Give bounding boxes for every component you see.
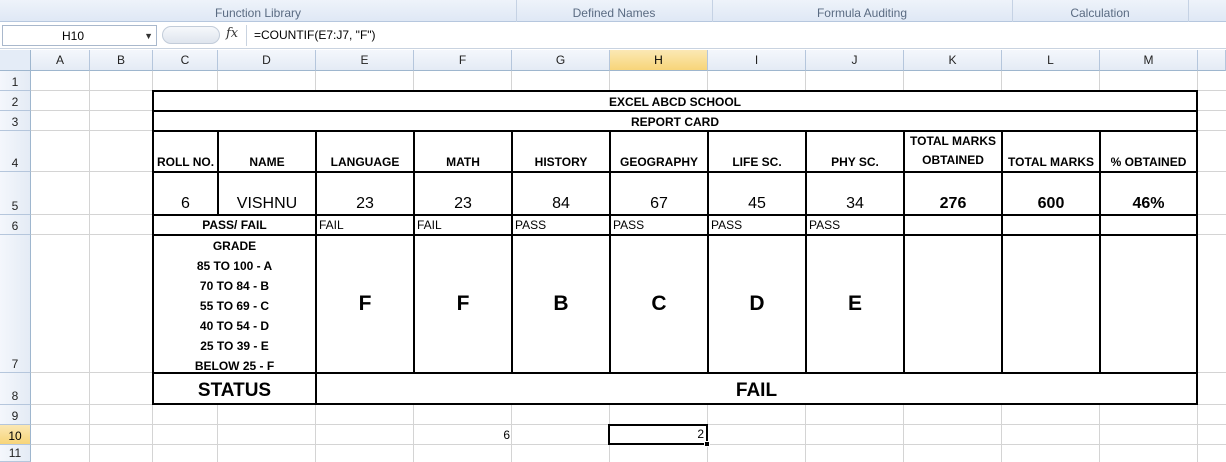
column-header-d[interactable]: D — [218, 50, 316, 71]
value-math[interactable]: 23 — [414, 172, 512, 215]
formula-bar: H10 ▼ fx =COUNTIF(E7:J7, "F") — [0, 22, 1226, 49]
pass-fail-math[interactable]: FAIL — [414, 215, 512, 235]
row-header-1[interactable]: 1 — [0, 71, 31, 91]
header-total-marks[interactable]: TOTAL MARKS — [1002, 131, 1100, 172]
fill-handle[interactable] — [704, 441, 710, 447]
grade-scale-item: 70 TO 84 - B — [199, 279, 270, 293]
grade-history[interactable]: B — [512, 235, 610, 373]
value-phy-sc[interactable]: 34 — [806, 172, 904, 215]
column-header-f[interactable]: F — [414, 50, 512, 71]
value-history[interactable]: 84 — [512, 172, 610, 215]
grade-phy-sc[interactable]: E — [806, 235, 904, 373]
name-box[interactable]: H10 ▼ — [2, 25, 157, 46]
value-percent-obtained[interactable]: 46% — [1100, 172, 1197, 215]
grade-empty-m[interactable] — [1100, 235, 1197, 373]
header-total-marks-obtained-line2: OBTAINED — [922, 153, 984, 167]
header-total-marks-obtained-line1: TOTAL MARKS — [910, 134, 996, 148]
ribbon-group-formula-auditing[interactable]: Formula Auditing — [712, 0, 1013, 22]
ribbon-group-function-library[interactable]: Function Library — [0, 0, 517, 22]
status-value[interactable]: FAIL — [316, 373, 1197, 405]
chevron-down-icon[interactable]: ▼ — [144, 26, 153, 46]
header-life-sc[interactable]: LIFE SC. — [708, 131, 806, 172]
header-percent-obtained[interactable]: % OBTAINED — [1100, 131, 1197, 172]
status-label[interactable]: STATUS — [153, 373, 316, 405]
grade-scale[interactable]: GRADE 85 TO 100 - A 70 TO 84 - B 55 TO 6… — [153, 235, 316, 373]
header-name[interactable]: NAME — [218, 131, 316, 172]
pass-fail-empty-m[interactable] — [1100, 215, 1197, 235]
grade-empty-l[interactable] — [1002, 235, 1100, 373]
column-header-n[interactable] — [1198, 50, 1226, 71]
column-header-b[interactable]: B — [90, 50, 153, 71]
pass-fail-empty-l[interactable] — [1002, 215, 1100, 235]
column-header-g[interactable]: G — [512, 50, 610, 71]
column-header-a[interactable]: A — [31, 50, 90, 71]
pass-fail-language[interactable]: FAIL — [316, 215, 414, 235]
value-life-sc[interactable]: 45 — [708, 172, 806, 215]
value-geography[interactable]: 67 — [610, 172, 708, 215]
value-language[interactable]: 23 — [316, 172, 414, 215]
column-header-l[interactable]: L — [1002, 50, 1100, 71]
column-header-h[interactable]: H — [610, 50, 708, 71]
select-all-corner[interactable] — [0, 50, 31, 71]
grade-language[interactable]: F — [316, 235, 414, 373]
value-total-marks[interactable]: 600 — [1002, 172, 1100, 215]
header-language[interactable]: LANGUAGE — [316, 131, 414, 172]
row-header-5[interactable]: 5 — [0, 172, 31, 215]
ribbon-group-labels: Function Library Defined Names Formula A… — [0, 0, 1226, 22]
column-header-k[interactable]: K — [904, 50, 1002, 71]
grade-scale-item: 55 TO 69 - C — [199, 299, 270, 313]
pass-fail-geography[interactable]: PASS — [610, 215, 708, 235]
column-header-e[interactable]: E — [316, 50, 414, 71]
value-total-marks-obtained[interactable]: 276 — [904, 172, 1002, 215]
header-roll-no[interactable]: ROLL NO. — [153, 131, 218, 172]
name-box-value: H10 — [61, 29, 84, 43]
grade-life-sc[interactable]: D — [708, 235, 806, 373]
row-header-4[interactable]: 4 — [0, 131, 31, 172]
header-total-marks-obtained[interactable]: TOTAL MARKS OBTAINED — [904, 131, 1002, 172]
pass-fail-empty-k[interactable] — [904, 215, 1002, 235]
grade-scale-item: 25 TO 39 - E — [200, 339, 269, 353]
pass-fail-history[interactable]: PASS — [512, 215, 610, 235]
active-cell-h10[interactable]: 2 — [608, 424, 708, 445]
ribbon-group-calculation[interactable]: Calculation — [1012, 0, 1189, 22]
column-header-i[interactable]: I — [708, 50, 806, 71]
grade-geography[interactable]: C — [610, 235, 708, 373]
pass-fail-phy-sc[interactable]: PASS — [806, 215, 904, 235]
row-header-6[interactable]: 6 — [0, 215, 31, 235]
row-header-3[interactable]: 3 — [0, 111, 31, 131]
header-geography[interactable]: GEOGRAPHY — [610, 131, 708, 172]
grade-empty-k[interactable] — [904, 235, 1002, 373]
grade-scale-item: 40 TO 54 - D — [199, 319, 270, 333]
insert-function-icon[interactable]: fx — [226, 26, 238, 41]
value-name[interactable]: VISHNU — [218, 172, 316, 215]
header-math[interactable]: MATH — [414, 131, 512, 172]
report-school-name[interactable]: EXCEL ABCD SCHOOL — [153, 91, 1197, 111]
grade-math[interactable]: F — [414, 235, 512, 373]
column-header-m[interactable]: M — [1100, 50, 1198, 71]
header-history[interactable]: HISTORY — [512, 131, 610, 172]
pass-fail-life-sc[interactable]: PASS — [708, 215, 806, 235]
pass-fail-label[interactable]: PASS/ FAIL — [153, 215, 316, 235]
row-header-11[interactable]: 11 — [0, 445, 31, 462]
row-header-7[interactable]: 7 — [0, 235, 31, 373]
grade-scale-item: 85 TO 100 - A — [196, 259, 273, 273]
cell-f10[interactable]: 6 — [414, 425, 510, 445]
column-header-c[interactable]: C — [153, 50, 218, 71]
grade-scale-heading: GRADE — [212, 239, 257, 253]
formula-input[interactable]: =COUNTIF(E7:J7, "F") — [246, 25, 1224, 46]
ribbon-group-defined-names[interactable]: Defined Names — [516, 0, 713, 22]
row-header-2[interactable]: 2 — [0, 91, 31, 111]
row-header-9[interactable]: 9 — [0, 405, 31, 425]
column-header-j[interactable]: J — [806, 50, 904, 71]
value-roll-no[interactable]: 6 — [153, 172, 218, 215]
report-card-title[interactable]: REPORT CARD — [153, 111, 1197, 131]
header-phy-sc[interactable]: PHY SC. — [806, 131, 904, 172]
formula-bar-expand-button[interactable] — [162, 26, 220, 44]
row-header-10[interactable]: 10 — [0, 425, 31, 445]
row-header-8[interactable]: 8 — [0, 373, 31, 405]
